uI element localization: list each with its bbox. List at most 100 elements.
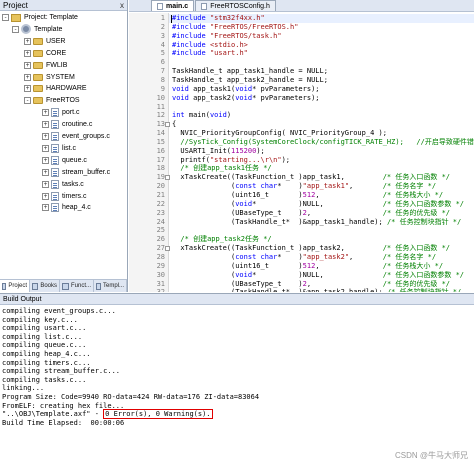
code-line: 13 { bbox=[129, 120, 474, 129]
c-file-icon bbox=[51, 155, 59, 165]
code-text: xTaskCreate((TaskFunction_t )app_task1, … bbox=[172, 173, 450, 182]
editor-tab-label: main.c bbox=[166, 2, 189, 10]
tree-item-file[interactable]: + tasks.c bbox=[42, 179, 84, 190]
tree-item-group[interactable]: - FreeRTOS bbox=[24, 95, 80, 106]
code-token: /* 任务栈大小 */ bbox=[382, 261, 444, 270]
expand-toggle-icon[interactable]: + bbox=[24, 37, 31, 45]
expand-toggle-icon[interactable]: + bbox=[42, 204, 49, 212]
build-output-line: Program Size: Code=9940 RO-data=424 RW-d… bbox=[2, 393, 474, 402]
build-output-line: compiling event_groups.c... bbox=[2, 307, 474, 316]
expand-toggle-icon[interactable]: + bbox=[24, 49, 31, 57]
tree-item-project[interactable]: - Project: Template bbox=[2, 12, 78, 23]
line-number: 19 bbox=[156, 173, 165, 182]
expand-toggle-icon[interactable]: + bbox=[42, 144, 49, 152]
code-line: 19 xTaskCreate((TaskFunction_t )app_task… bbox=[129, 173, 474, 182]
tree-item-group[interactable]: + FWLIB bbox=[24, 60, 67, 71]
editor-tab[interactable]: FreeRTOSConfig.h bbox=[195, 0, 276, 11]
expand-toggle-icon[interactable]: + bbox=[42, 121, 49, 129]
editor-tab[interactable]: main.c bbox=[151, 0, 195, 11]
fold-toggle-icon[interactable] bbox=[165, 175, 170, 181]
file-icon bbox=[201, 2, 208, 10]
project-icon bbox=[11, 13, 21, 22]
panel-tab[interactable]: Books bbox=[30, 280, 60, 292]
tree-item-file[interactable]: + event_groups.c bbox=[42, 131, 110, 142]
expand-toggle-icon[interactable]: - bbox=[2, 14, 9, 21]
expand-toggle-icon[interactable]: + bbox=[24, 73, 31, 81]
panel-tab[interactable]: Project bbox=[0, 280, 30, 292]
build-result-highlight: 0 Error(s), 0 Warning(s). bbox=[103, 409, 213, 420]
build-output-line: "..\OBJ\Template.axf" - 0 Error(s), 0 Wa… bbox=[2, 409, 474, 420]
expand-toggle-icon[interactable]: + bbox=[24, 61, 31, 69]
code-token: "FreeRTOS/FreeRTOS.h" bbox=[209, 22, 299, 31]
build-output-line-text: compiling stream_buffer.c... bbox=[2, 367, 121, 376]
code-text: (TaskHandle_t* )&app_task1_handle); /* 任… bbox=[172, 218, 461, 227]
line-number: 17 bbox=[156, 155, 165, 164]
expand-toggle-icon[interactable]: - bbox=[12, 25, 19, 33]
code-line: 11 bbox=[129, 103, 474, 112]
line-number: 14 bbox=[156, 129, 165, 138]
panel-tab-label: Project bbox=[8, 283, 27, 289]
tree-item-file[interactable]: + croutine.c bbox=[42, 119, 92, 130]
tree-item-file[interactable]: + heap_4.c bbox=[42, 202, 91, 213]
line-number: 5 bbox=[160, 49, 165, 58]
line-number: 32 bbox=[143, 288, 165, 292]
code-token: void bbox=[235, 270, 253, 279]
code-token: /* 创建app_task1任务 */ bbox=[172, 164, 272, 173]
expand-toggle-icon[interactable]: - bbox=[24, 97, 31, 105]
project-panel: Project x - Project: Template - Template + US… bbox=[0, 0, 128, 292]
tree-item-file[interactable]: + stream_buffer.c bbox=[42, 167, 110, 178]
tree-item-target[interactable]: - Template bbox=[12, 24, 62, 35]
code-text: { bbox=[172, 120, 176, 129]
code-token: main( bbox=[184, 111, 210, 120]
build-output-line: FromELF: creating hex file... bbox=[2, 402, 474, 411]
code-token: app_task2( bbox=[188, 93, 236, 102]
expand-toggle-icon[interactable]: + bbox=[42, 156, 49, 164]
code-token: , bbox=[306, 208, 383, 217]
line-number: 3 bbox=[160, 31, 165, 40]
panel-tab[interactable]: Funct... bbox=[60, 280, 94, 292]
tree-item-group[interactable]: + SYSTEM bbox=[24, 72, 75, 83]
tree-item-file[interactable]: + timers.c bbox=[42, 191, 87, 202]
fold-toggle-icon[interactable] bbox=[165, 246, 170, 252]
build-output-text[interactable]: compiling event_groups.c... compiling key… bbox=[2, 307, 474, 464]
tab-icon bbox=[62, 282, 69, 290]
code-line: 6 bbox=[129, 58, 474, 67]
expand-toggle-icon[interactable]: + bbox=[42, 133, 49, 140]
build-output-line: compiling heap_4.c... bbox=[2, 350, 474, 359]
tree-item-file[interactable]: + port.c bbox=[42, 107, 80, 118]
code-token: (UBaseType_t ) bbox=[172, 279, 303, 288]
tree-item-group[interactable]: + CORE bbox=[24, 48, 66, 59]
tab-icon bbox=[32, 282, 39, 290]
tree-item-label: tasks.c bbox=[62, 180, 84, 188]
code-token: USART1_Init( bbox=[172, 146, 232, 155]
line-number: 6 bbox=[160, 58, 165, 67]
expand-toggle-icon[interactable]: + bbox=[42, 180, 49, 188]
code-text: TaskHandle_t app_task1_handle = NULL; bbox=[172, 67, 328, 76]
tree-item-file[interactable]: + queue.c bbox=[42, 155, 87, 166]
code-token: "starting...\r\n" bbox=[209, 155, 282, 164]
line-number: 13 bbox=[156, 120, 165, 129]
expand-toggle-icon[interactable]: + bbox=[24, 85, 31, 93]
tree-item-file[interactable]: + list.c bbox=[42, 143, 76, 154]
editor-tabs: main.c FreeRTOSConfig.h bbox=[129, 0, 474, 12]
expand-toggle-icon[interactable]: + bbox=[42, 109, 49, 117]
fold-toggle-icon[interactable] bbox=[165, 122, 170, 128]
expand-toggle-icon[interactable]: + bbox=[42, 192, 49, 200]
code-token: , bbox=[349, 182, 383, 191]
folder-icon bbox=[33, 49, 43, 57]
code-token: ) bbox=[226, 111, 232, 120]
code-token: /* 任务控制块指针 */ bbox=[386, 217, 462, 226]
code-token: /* 任务名字 */ bbox=[382, 182, 437, 191]
build-output-header: Build Output bbox=[0, 294, 474, 305]
line-number: 18 bbox=[156, 164, 165, 173]
close-icon[interactable]: x bbox=[120, 1, 124, 10]
panel-tab[interactable]: Templ... bbox=[94, 280, 127, 292]
folder-icon bbox=[33, 97, 43, 105]
panel-tab-label: Books bbox=[40, 283, 57, 289]
tree-item-group[interactable]: + USER bbox=[24, 36, 65, 47]
code-token: /* 任务控制块指针 */ bbox=[387, 288, 461, 292]
code-area[interactable]: 1 #include "stm32f4xx.h" 2 #include "FreeRT… bbox=[129, 13, 474, 292]
expand-toggle-icon[interactable]: + bbox=[42, 168, 49, 176]
code-line: 29 (uint16_t )512, /* 任务栈大小 */ bbox=[129, 262, 474, 271]
tree-item-group[interactable]: + HARDWARE bbox=[24, 83, 87, 94]
